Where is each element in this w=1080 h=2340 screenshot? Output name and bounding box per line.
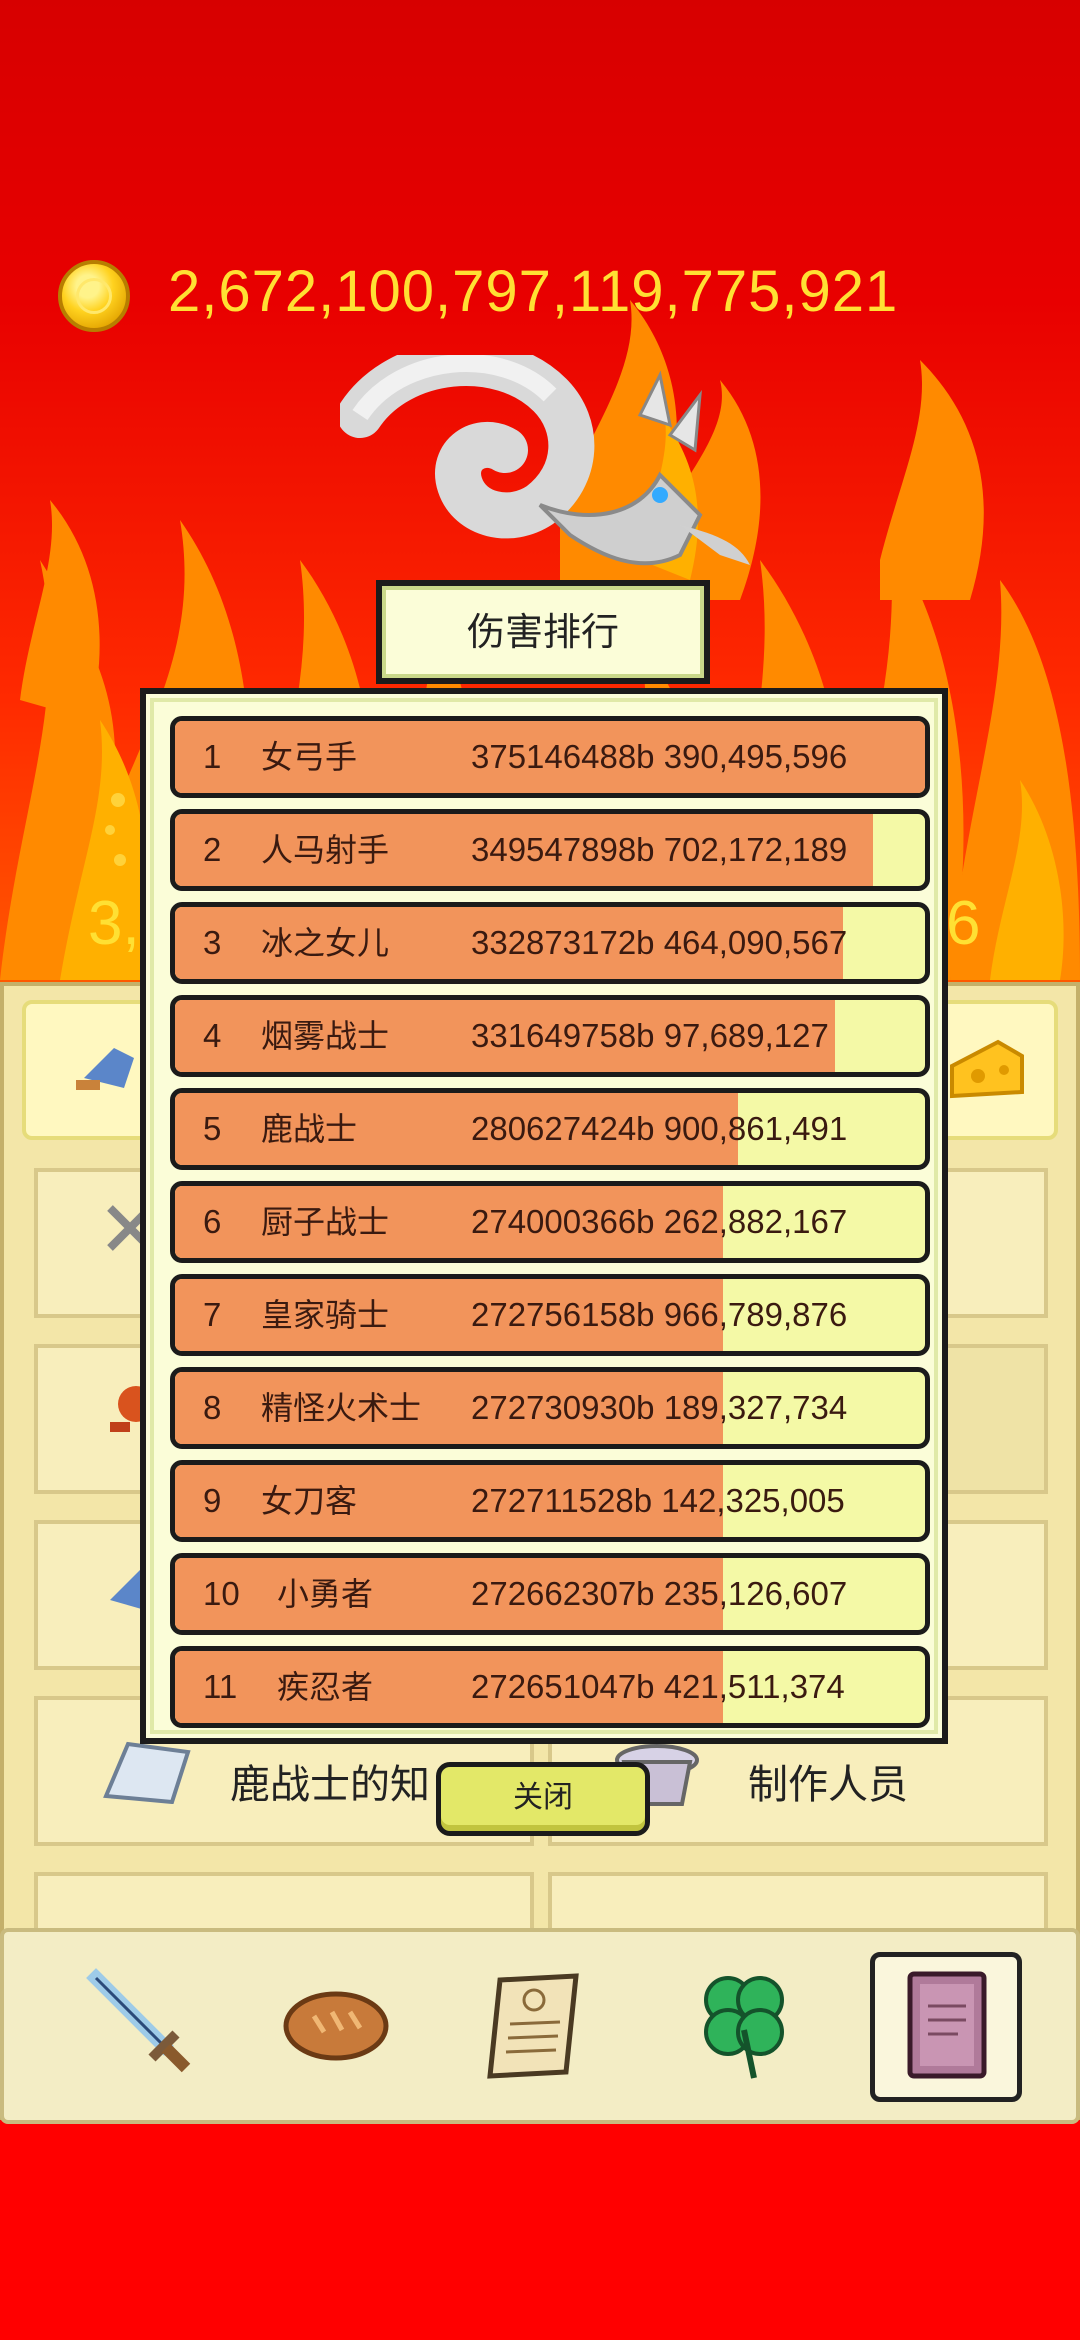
rank-number: 5	[203, 1110, 222, 1147]
bread-icon	[283, 1991, 389, 2061]
extra-card-right[interactable]	[548, 1872, 1048, 1932]
rank-number: 6	[203, 1203, 222, 1240]
nav-book[interactable]	[886, 1960, 1006, 2090]
ranking-row: 8 精怪火术士 272730930b 189,327,734	[170, 1367, 930, 1449]
nav-sword[interactable]	[78, 1960, 198, 2090]
damage-value: 272662307b 235,126,607	[471, 1575, 848, 1612]
close-button[interactable]: 关闭	[436, 1762, 650, 1836]
book-icon	[907, 1971, 987, 2079]
ranking-row: 7 皇家骑士 272756158b 966,789,876	[170, 1274, 930, 1356]
ranking-row: 2 人马射手 349547898b 702,172,189	[170, 809, 930, 891]
damage-value: 332873172b 464,090,567	[471, 924, 848, 961]
scroll-icon	[487, 1973, 579, 2079]
knowledge-book-icon	[103, 1741, 191, 1804]
ranking-row: 11 疾忍者 272651047b 421,511,374	[170, 1646, 930, 1728]
rank-number: 4	[203, 1017, 222, 1054]
extra-card-left[interactable]	[34, 1872, 534, 1932]
clover-icon	[704, 1976, 784, 2079]
rank-number: 3	[203, 924, 222, 961]
hero-icon	[76, 1048, 134, 1090]
knowledge-label: 鹿战士的知	[230, 1762, 430, 1808]
coin-inner-ring	[76, 278, 112, 314]
credits-label: 制作人员	[748, 1762, 908, 1808]
ranking-row: 3 冰之女儿 332873172b 464,090,567	[170, 902, 930, 984]
hero-name: 鹿战士	[261, 1110, 358, 1148]
damage-value: 272730930b 189,327,734	[471, 1389, 848, 1426]
hero-name: 皇家骑士	[261, 1296, 390, 1334]
bottom-red-area	[0, 2120, 1080, 2340]
rank-number: 11	[203, 1668, 238, 1705]
rank-number: 2	[203, 831, 222, 868]
rank-number: 10	[203, 1575, 240, 1612]
hero-name: 小勇者	[277, 1575, 374, 1613]
hero-name: 烟雾战士	[261, 1017, 390, 1055]
sword-icon	[86, 1968, 191, 2073]
coin-icon	[58, 260, 130, 332]
nav-bread[interactable]	[276, 1960, 396, 2090]
rank-number: 9	[203, 1482, 222, 1519]
ranking-row: 4 烟雾战士 331649758b 97,689,127	[170, 995, 930, 1077]
nav-clover[interactable]	[684, 1960, 804, 2090]
ranking-row: 5 鹿战士 280627424b 900,861,491	[170, 1088, 930, 1170]
boss-hp-right-partial: 6	[946, 889, 981, 958]
boss-hp-left-partial: 3,	[88, 889, 140, 958]
ranking-row: 6 厨子战士 274000366b 262,882,167	[170, 1181, 930, 1263]
hero-name: 冰之女儿	[261, 924, 390, 962]
close-button-label: 关闭	[513, 1780, 573, 1815]
nav-scroll[interactable]	[480, 1960, 600, 2090]
damage-value: 375146488b 390,495,596	[471, 738, 848, 775]
hero-name: 厨子战士	[261, 1203, 390, 1241]
ranking-row: 10 小勇者 272662307b 235,126,607	[170, 1553, 930, 1635]
dialog-title-box: 伤害排行	[376, 580, 710, 684]
ranking-row: 9 女刀客 272711528b 142,325,005	[170, 1460, 930, 1542]
hero-name: 女弓手	[261, 738, 358, 776]
cheese-icon	[950, 1039, 1024, 1099]
damage-value: 272711528b 142,325,005	[471, 1482, 845, 1519]
damage-value: 349547898b 702,172,189	[471, 831, 848, 868]
damage-value: 272756158b 966,789,876	[471, 1296, 848, 1333]
hero-name: 疾忍者	[277, 1668, 374, 1706]
coin-count: 2,672,100,797,119,775,921	[168, 259, 899, 324]
rank-number: 7	[203, 1296, 222, 1333]
damage-ranking-dialog: 1 女弓手 375146488b 390,495,596 2 人马射手 349547898…	[140, 688, 948, 1744]
hero-name: 人马射手	[261, 831, 390, 869]
damage-value: 274000366b 262,882,167	[471, 1203, 848, 1240]
ranking-row: 1 女弓手 375146488b 390,495,596	[170, 716, 930, 798]
dialog-title: 伤害排行	[466, 610, 619, 654]
damage-value: 331649758b 97,689,127	[471, 1017, 829, 1054]
rank-number: 1	[203, 738, 222, 775]
damage-value: 272651047b 421,511,374	[471, 1668, 845, 1705]
hero-name: 女刀客	[261, 1482, 358, 1520]
rank-number: 8	[203, 1389, 222, 1426]
hero-name: 精怪火术士	[261, 1389, 422, 1427]
damage-value: 280627424b 900,861,491	[471, 1110, 848, 1147]
